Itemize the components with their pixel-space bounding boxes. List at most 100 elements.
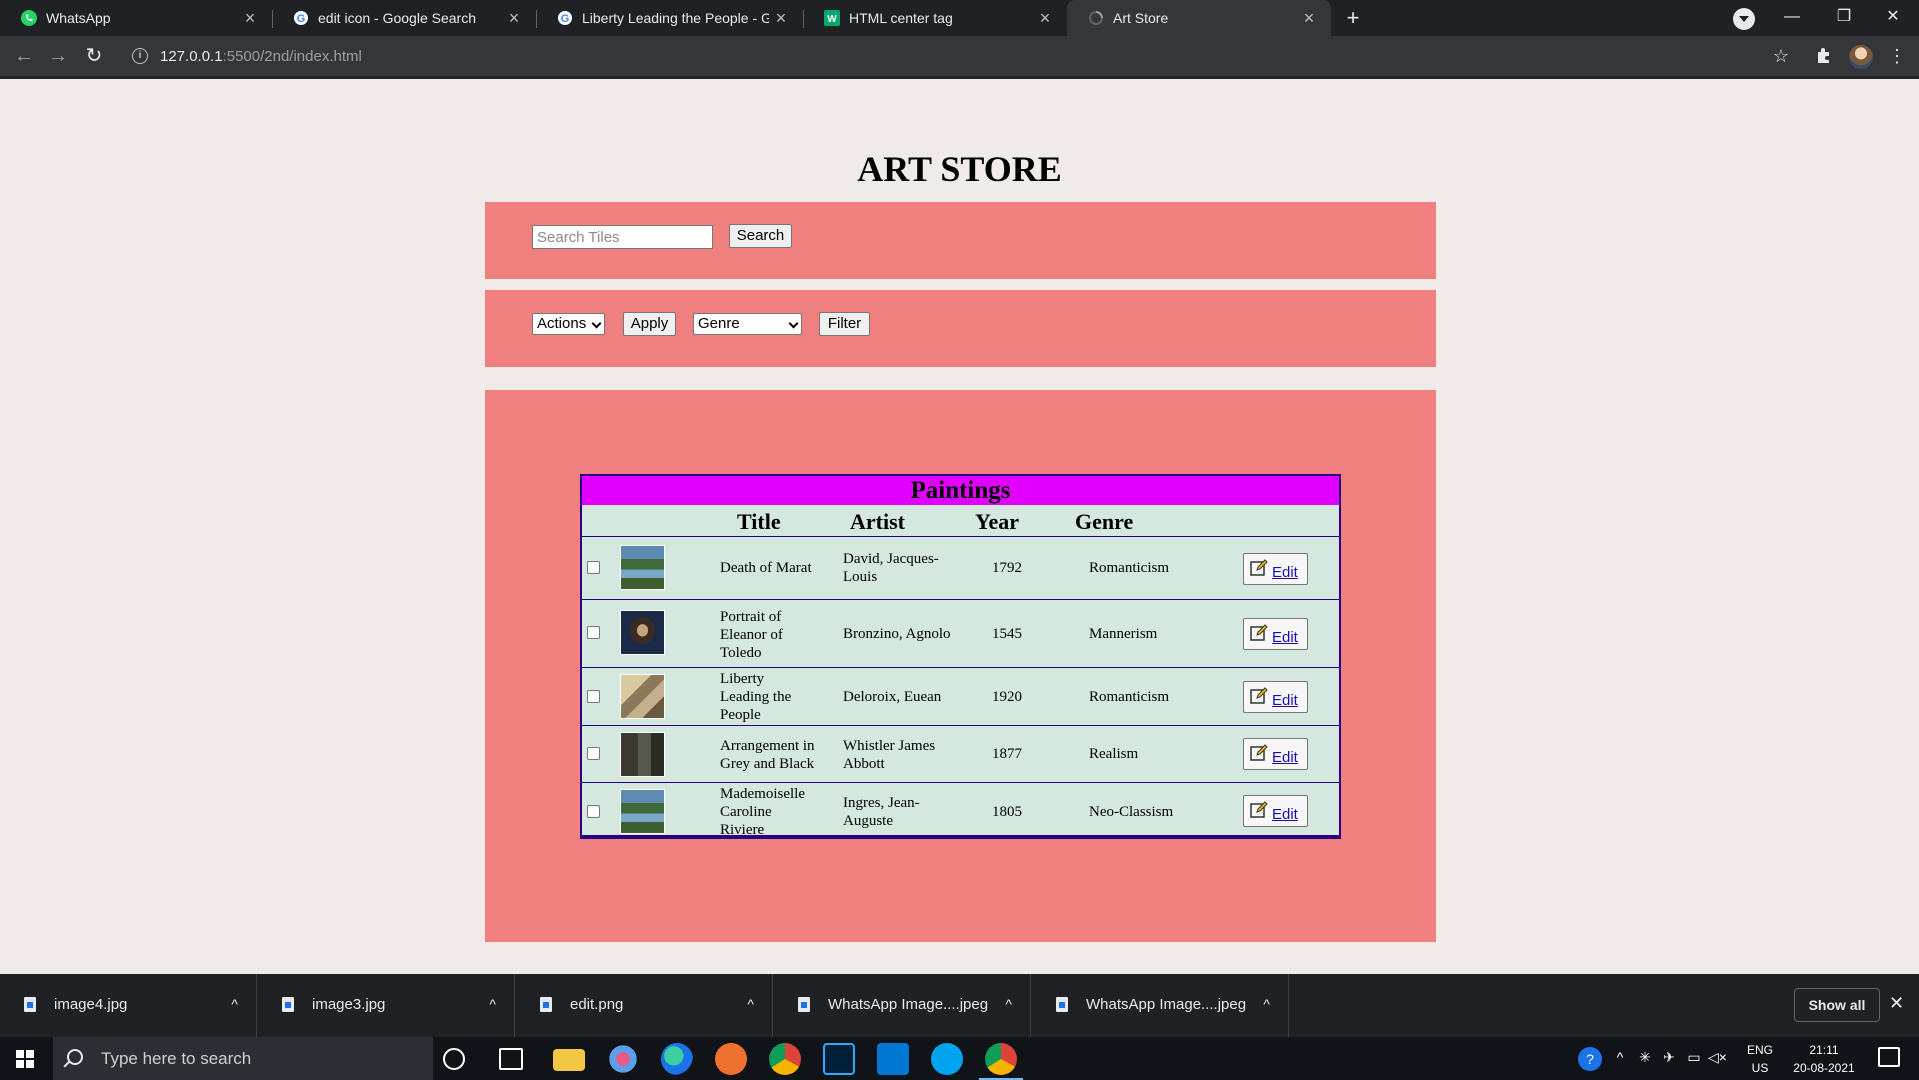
new-tab-button[interactable]: +: [1340, 6, 1366, 32]
apply-button[interactable]: Apply: [623, 312, 676, 336]
address-bar[interactable]: i 127.0.0.1 :5500/2nd/index.html: [120, 39, 1780, 73]
file-icon: [798, 997, 810, 1012]
edit-icon: [1250, 559, 1268, 576]
download-item[interactable]: WhatsApp Image....jpeg ^: [1032, 974, 1289, 1037]
help-icon[interactable]: ?: [1578, 1047, 1602, 1071]
tab-close-icon[interactable]: ×: [502, 8, 526, 29]
chevron-down-icon: [591, 318, 602, 329]
chevron-up-icon[interactable]: ^: [231, 996, 238, 1012]
file-explorer-icon[interactable]: [553, 1049, 585, 1071]
tab-html-center[interactable]: W HTML center tag ×: [803, 0, 1067, 36]
search-input[interactable]: [532, 225, 713, 249]
tab-search-icon[interactable]: [1733, 8, 1755, 30]
edit-button[interactable]: Edit: [1243, 618, 1308, 650]
photoshop-icon[interactable]: [823, 1043, 855, 1075]
tab-close-icon[interactable]: ×: [769, 8, 793, 29]
tab-whatsapp[interactable]: WhatsApp ×: [0, 0, 272, 36]
chrome-active-icon[interactable]: [979, 1043, 1023, 1080]
avatar[interactable]: [1849, 45, 1873, 69]
painting-year: 1877: [992, 746, 1022, 762]
table-row: Arrangement in Grey and Black Whistler J…: [582, 725, 1339, 782]
tab-edit-icon-search[interactable]: G edit icon - Google Search ×: [272, 0, 536, 36]
restore-icon[interactable]: ❐: [1818, 0, 1870, 36]
edit-button[interactable]: Edit: [1243, 738, 1308, 770]
edge-icon[interactable]: [661, 1043, 693, 1075]
painting-genre: Mannerism: [1089, 626, 1158, 642]
table-row: Death of Marat David, Jacques-Louis 1792…: [582, 536, 1339, 599]
reload-icon[interactable]: ↻: [80, 43, 108, 71]
chevron-up-icon[interactable]: ^: [1612, 1049, 1628, 1065]
tab-close-icon[interactable]: ×: [1297, 8, 1321, 29]
region-label: US: [1751, 1061, 1769, 1075]
task-view-icon[interactable]: [499, 1048, 523, 1070]
download-item[interactable]: image4.jpg ^: [0, 974, 257, 1037]
row-checkbox[interactable]: [587, 626, 600, 639]
cortana-icon[interactable]: [443, 1048, 465, 1070]
table-row: Liberty Leading the People Deloroix, Eue…: [582, 667, 1339, 725]
browser-tab-bar: WhatsApp × G edit icon - Google Search ×…: [0, 0, 1919, 36]
taskbar-search[interactable]: Type here to search: [53, 1037, 433, 1080]
row-checkbox[interactable]: [587, 561, 600, 574]
menu-kebab-icon[interactable]: ⋮: [1886, 46, 1908, 68]
network-icon[interactable]: ✈: [1660, 1049, 1678, 1066]
vscode-icon[interactable]: [877, 1043, 909, 1075]
edit-button[interactable]: Edit: [1243, 681, 1308, 713]
tab-close-icon[interactable]: ×: [238, 8, 262, 29]
painting-artist: Ingres, Jean-Auguste: [843, 795, 920, 829]
chevron-up-icon[interactable]: ^: [1005, 996, 1012, 1012]
volume-icon[interactable]: ◁×: [1708, 1049, 1727, 1066]
painting-title: Death of Marat: [720, 560, 812, 576]
download-item[interactable]: WhatsApp Image....jpeg ^: [774, 974, 1031, 1037]
app-c-icon[interactable]: [931, 1043, 963, 1075]
back-icon[interactable]: ←: [10, 43, 38, 71]
tab-liberty-search[interactable]: G Liberty Leading the People - Goo ×: [536, 0, 803, 36]
edit-button[interactable]: Edit: [1243, 553, 1308, 585]
download-item[interactable]: edit.png ^: [516, 974, 773, 1037]
painting-year: 1792: [992, 560, 1022, 576]
minimize-icon[interactable]: —: [1766, 0, 1818, 36]
show-all-button[interactable]: Show all: [1794, 988, 1880, 1022]
row-checkbox[interactable]: [587, 747, 600, 760]
loading-icon: [1087, 9, 1105, 27]
windows-start-icon[interactable]: [16, 1050, 34, 1068]
row-checkbox[interactable]: [587, 690, 600, 703]
row-checkbox[interactable]: [587, 805, 600, 818]
tab-title: Liberty Leading the People - Goo: [582, 10, 769, 26]
download-item[interactable]: image3.jpg ^: [258, 974, 515, 1037]
tab-title: Art Store: [1113, 10, 1169, 26]
language-indicator[interactable]: ENG US: [1742, 1043, 1778, 1075]
actions-select[interactable]: Actions: [532, 313, 605, 335]
genre-select[interactable]: Genre: [693, 313, 802, 335]
clock[interactable]: 21:11 20-08-2021: [1786, 1043, 1862, 1075]
search-button[interactable]: Search: [729, 224, 792, 248]
tab-title: HTML center tag: [849, 10, 953, 26]
chevron-up-icon[interactable]: ^: [1263, 996, 1270, 1012]
battery-icon[interactable]: ▭: [1684, 1049, 1704, 1066]
file-icon: [24, 997, 36, 1012]
edit-label: Edit: [1272, 564, 1298, 581]
close-icon[interactable]: ✕: [1889, 993, 1904, 1014]
tab-close-icon[interactable]: ×: [1033, 8, 1057, 29]
forward-icon[interactable]: →: [44, 43, 72, 71]
edit-label: Edit: [1272, 749, 1298, 766]
edit-button[interactable]: Edit: [1243, 795, 1308, 827]
bookmark-star-icon[interactable]: ☆: [1770, 46, 1792, 68]
chrome-icon[interactable]: [769, 1043, 801, 1075]
painting-genre: Realism: [1089, 746, 1139, 762]
painting-artist: Whistler James Abbott: [843, 738, 936, 772]
chevron-up-icon[interactable]: ^: [489, 996, 496, 1012]
postman-icon[interactable]: [715, 1043, 747, 1075]
painting-thumbnail: [620, 789, 665, 834]
painting-year: 1545: [992, 626, 1022, 642]
info-icon[interactable]: i: [132, 48, 148, 64]
tab-art-store[interactable]: Art Store ×: [1067, 0, 1331, 36]
tab-title: edit icon - Google Search: [318, 10, 476, 26]
tray-app-icon[interactable]: ✳: [1636, 1049, 1654, 1066]
notifications-icon[interactable]: [1878, 1047, 1900, 1067]
close-window-icon[interactable]: ✕: [1867, 0, 1919, 36]
filter-button[interactable]: Filter: [819, 312, 870, 336]
painting-genre: Romanticism: [1089, 560, 1169, 576]
extensions-icon[interactable]: [1813, 46, 1835, 68]
paint-icon[interactable]: [607, 1043, 639, 1075]
chevron-up-icon[interactable]: ^: [747, 996, 754, 1012]
